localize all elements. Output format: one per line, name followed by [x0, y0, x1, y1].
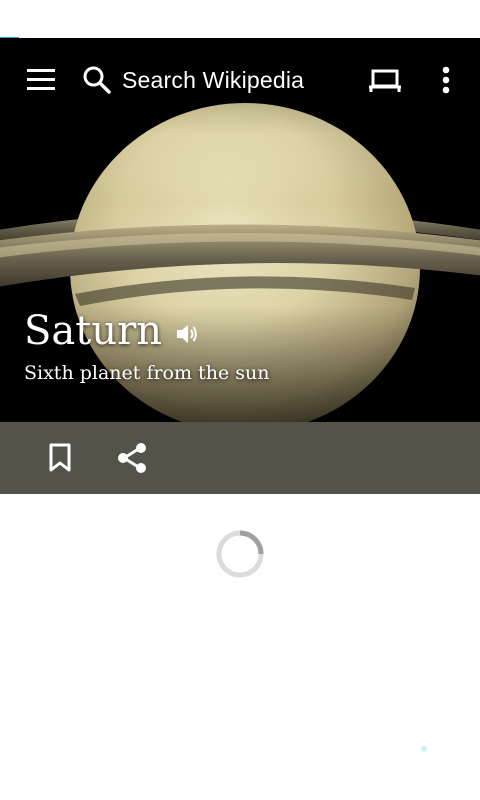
menu-button[interactable] [18, 58, 66, 102]
bookmark-icon [49, 443, 71, 472]
article-action-bar [0, 422, 480, 494]
reading-lists-icon [369, 69, 401, 92]
volume-icon [176, 325, 197, 343]
article-header: Saturn Sixth planet from the sun [24, 308, 269, 384]
status-bar [0, 0, 480, 38]
save-bookmark-button[interactable] [38, 436, 82, 480]
article-description: Sixth planet from the sun [24, 362, 270, 384]
share-button[interactable] [110, 436, 154, 480]
menu-icon [27, 69, 55, 90]
share-icon [118, 443, 146, 473]
article-title: Saturn [24, 308, 162, 354]
toolbar: Search Wikipedia [0, 38, 480, 122]
reading-lists-button[interactable] [360, 58, 410, 102]
search-placeholder: Search Wikipedia [122, 66, 305, 93]
touch-indicator [421, 746, 427, 752]
search-input[interactable]: Search Wikipedia [82, 56, 334, 104]
pronunciation-button[interactable] [174, 321, 200, 347]
overflow-menu-button[interactable] [426, 58, 466, 102]
lead-image[interactable]: Search Wikipedia Saturn Sixth planet fro… [0, 38, 480, 422]
progress-spinner-icon [216, 530, 264, 578]
more-vert-icon [442, 66, 450, 94]
search-icon [83, 66, 111, 94]
